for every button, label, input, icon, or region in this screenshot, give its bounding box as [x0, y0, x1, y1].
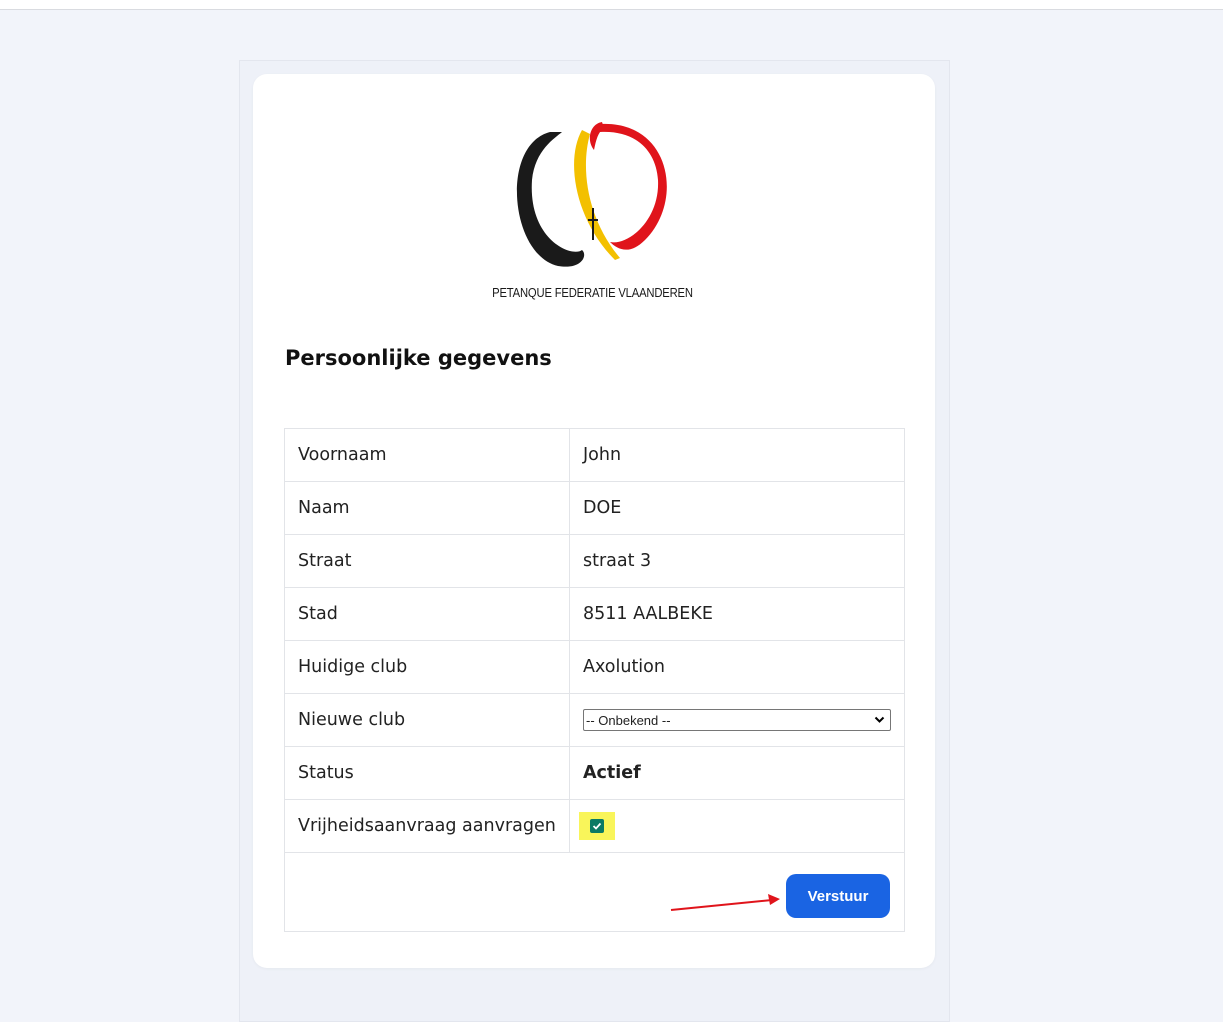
table-row: Nieuwe club -- Onbekend --	[284, 693, 905, 747]
field-value: straat 3	[569, 534, 905, 588]
table-row: Status Actief	[284, 746, 905, 800]
submit-button[interactable]: Verstuur	[786, 874, 890, 918]
field-value: John	[569, 428, 905, 482]
check-icon	[592, 822, 602, 830]
new-club-cell: -- Onbekend --	[569, 693, 905, 747]
table-row: Stad 8511 AALBEKE	[284, 587, 905, 641]
submit-cell: Verstuur	[284, 852, 905, 932]
field-label: Huidige club	[284, 640, 570, 694]
field-value: Axolution	[569, 640, 905, 694]
annotation-arrow-icon	[670, 894, 780, 911]
table-row: Voornaam John	[284, 428, 905, 482]
personal-data-table: Voornaam John Naam DOE Straat straat 3 S…	[284, 428, 905, 932]
field-value: DOE	[569, 481, 905, 535]
top-bar	[0, 0, 1223, 10]
field-label: Naam	[284, 481, 570, 535]
chevron-down-icon	[874, 716, 885, 723]
status-label: Status	[284, 746, 570, 800]
table-row: Straat straat 3	[284, 534, 905, 588]
table-row: Naam DOE	[284, 481, 905, 535]
table-row: Vrijheidsaanvraag aanvragen	[284, 799, 905, 853]
checkbox-highlight	[579, 812, 615, 840]
federation-logo	[516, 122, 667, 267]
page-title: Persoonlijke gegevens	[285, 346, 552, 370]
freedom-request-cell	[569, 799, 905, 853]
field-label: Stad	[284, 587, 570, 641]
freedom-request-checkbox[interactable]	[590, 819, 604, 833]
new-club-selected-value: -- Onbekend --	[586, 712, 671, 728]
freedom-request-label: Vrijheidsaanvraag aanvragen	[284, 799, 570, 853]
table-row: Huidige club Axolution	[284, 640, 905, 694]
status-value: Actief	[569, 746, 905, 800]
table-row: Verstuur	[284, 852, 905, 932]
field-label: Voornaam	[284, 428, 570, 482]
field-label: Straat	[284, 534, 570, 588]
new-club-label: Nieuwe club	[284, 693, 570, 747]
logo-caption: PETANQUE FEDERATIE VLAANDEREN	[492, 286, 693, 300]
field-value: 8511 AALBEKE	[569, 587, 905, 641]
new-club-select[interactable]: -- Onbekend --	[583, 709, 891, 731]
